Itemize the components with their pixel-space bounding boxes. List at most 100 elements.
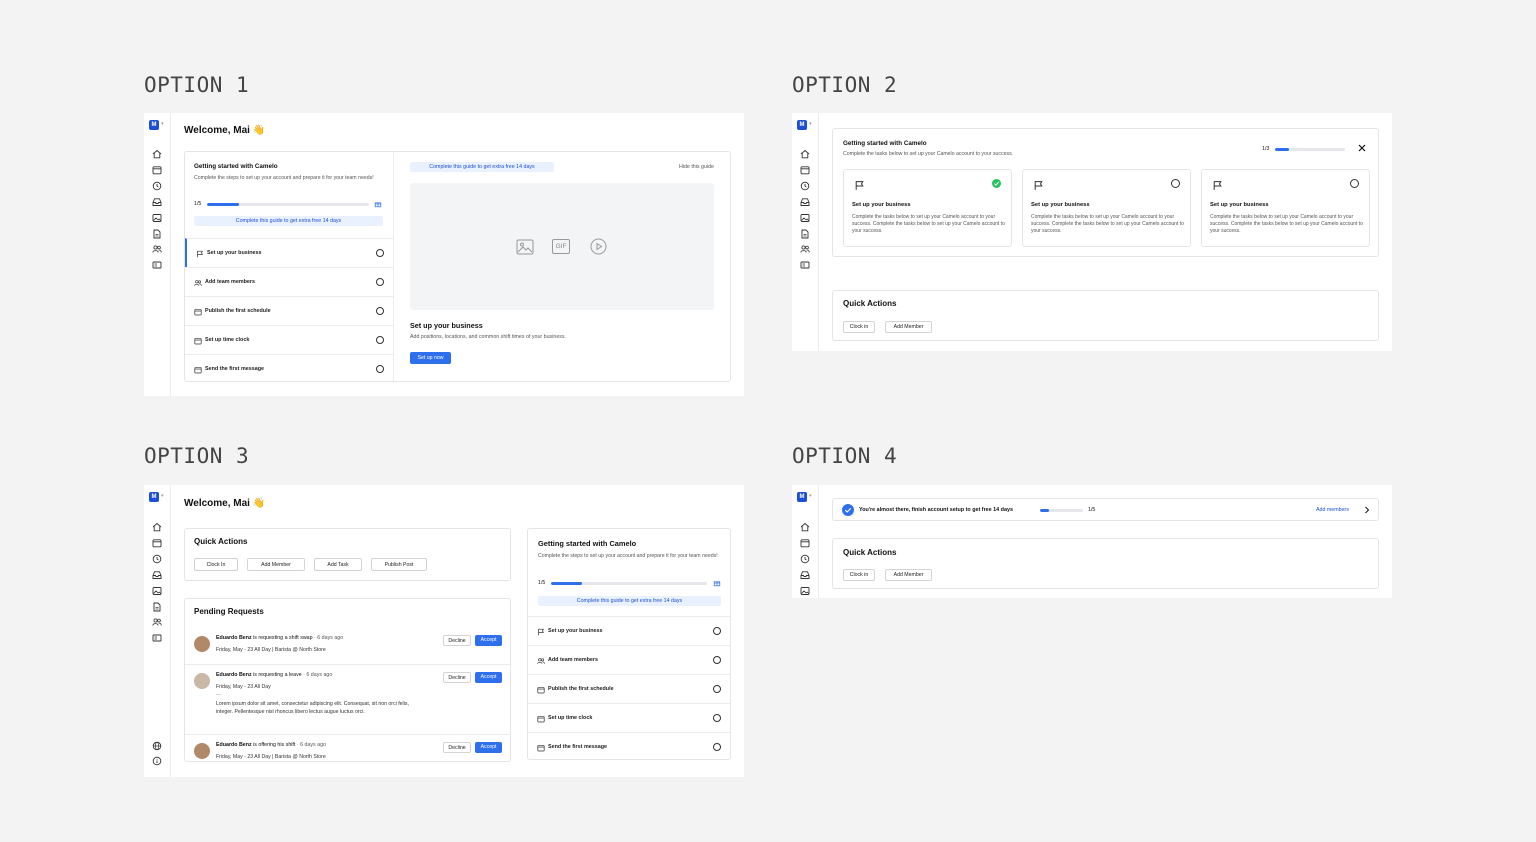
clock-icon[interactable] xyxy=(152,554,162,564)
document-icon[interactable] xyxy=(152,602,162,612)
chevron-right-icon[interactable] xyxy=(1363,506,1371,514)
calendar-icon xyxy=(537,715,545,723)
decline-button[interactable]: Decline xyxy=(443,672,471,683)
guide-progress-text: 1/3 xyxy=(1262,146,1270,152)
decline-button[interactable]: Decline xyxy=(443,742,471,753)
users-icon[interactable] xyxy=(800,244,810,254)
clock-icon[interactable] xyxy=(152,181,162,191)
setup-banner[interactable]: You're almost there, finish account setu… xyxy=(832,498,1379,521)
getting-started-card: Getting started with Camelo Complete the… xyxy=(832,128,1379,257)
request-item: Eduardo Benz is requesting a shift swap … xyxy=(185,628,510,665)
step-status-circle xyxy=(376,249,384,257)
clock-in-button[interactable]: Clock in xyxy=(843,321,875,333)
pending-requests-title: Pending Requests xyxy=(194,607,264,616)
guide-step-5[interactable]: Send the first message xyxy=(528,732,730,761)
chevron-down-icon[interactable]: ▾ xyxy=(161,121,164,127)
home-icon[interactable] xyxy=(800,149,810,159)
inbox-icon[interactable] xyxy=(152,570,162,580)
image-icon[interactable] xyxy=(800,213,810,223)
inbox-icon[interactable] xyxy=(152,197,162,207)
guide-step-3[interactable]: Publish the first schedule xyxy=(185,296,393,325)
image-icon[interactable] xyxy=(152,586,162,596)
guide-step-3[interactable]: Publish the first schedule xyxy=(528,674,730,703)
close-icon[interactable] xyxy=(1357,143,1367,153)
request-item: Eduardo Benz is offering his shift · 6 d… xyxy=(185,735,510,761)
users-icon[interactable] xyxy=(152,244,162,254)
check-circle-icon xyxy=(992,179,1001,188)
globe-icon[interactable] xyxy=(152,741,162,751)
guide-progress-text: 1/5 xyxy=(194,201,202,207)
task-card-1[interactable]: Set up your business Complete the tasks … xyxy=(843,169,1012,247)
document-icon[interactable] xyxy=(800,229,810,239)
step-status-circle xyxy=(376,278,384,286)
task-card-title: Set up your business xyxy=(1210,202,1269,208)
guide-step-2[interactable]: Add team members xyxy=(528,645,730,674)
app-logo[interactable]: M xyxy=(797,120,807,130)
step-status-circle xyxy=(713,656,721,664)
accept-button[interactable]: Accept xyxy=(475,672,502,683)
chevron-down-icon[interactable]: ▾ xyxy=(809,493,812,499)
clock-in-button[interactable]: Clock In xyxy=(194,558,238,571)
publish-post-button[interactable]: Publish Post xyxy=(371,558,427,571)
step-status-circle xyxy=(713,685,721,693)
nav-rail: M ▾ xyxy=(792,485,819,598)
requester-name: Eduardo Benz xyxy=(216,742,252,748)
guide-steps-column: Getting started with Camelo Complete the… xyxy=(185,152,394,381)
id-card-icon[interactable] xyxy=(152,260,162,270)
guide-step-1[interactable]: Set up your business xyxy=(185,238,393,267)
add-member-button[interactable]: Add Member xyxy=(885,321,932,333)
flag-icon xyxy=(537,628,545,636)
nav-rail: M ▾ xyxy=(144,113,171,396)
image-icon[interactable] xyxy=(800,586,810,596)
set-up-now-button[interactable]: Set up now xyxy=(410,352,451,364)
home-icon[interactable] xyxy=(152,149,162,159)
id-card-icon[interactable] xyxy=(800,260,810,270)
calendar-icon[interactable] xyxy=(800,165,810,175)
add-member-button[interactable]: Add Member xyxy=(885,569,932,581)
inbox-icon[interactable] xyxy=(800,570,810,580)
quick-actions-card: Quick Actions Clock in Add Member xyxy=(832,538,1379,589)
app-logo[interactable]: M xyxy=(149,120,159,130)
hide-guide-link[interactable]: Hide this guide xyxy=(679,164,714,170)
promo-banner[interactable]: Complete this guide to get extra free 14… xyxy=(194,216,383,226)
clock-icon[interactable] xyxy=(800,554,810,564)
request-action: is requesting a leave xyxy=(251,672,302,678)
clock-icon[interactable] xyxy=(800,181,810,191)
promo-banner[interactable]: Complete this guide to get extra free 14… xyxy=(410,162,554,172)
calendar-icon[interactable] xyxy=(152,165,162,175)
clock-in-button[interactable]: Clock in xyxy=(843,569,875,581)
promo-banner[interactable]: Complete this guide to get extra free 14… xyxy=(538,596,721,606)
guide-step-1[interactable]: Set up your business xyxy=(528,616,730,645)
chevron-down-icon[interactable]: ▾ xyxy=(809,121,812,127)
add-task-button[interactable]: Add Task xyxy=(314,558,362,571)
guide-step-5[interactable]: Send the first message xyxy=(185,354,393,383)
image-icon[interactable] xyxy=(152,213,162,223)
users-icon[interactable] xyxy=(152,617,162,627)
accept-button[interactable]: Accept xyxy=(475,742,502,753)
calendar-icon[interactable] xyxy=(800,538,810,548)
app-logo[interactable]: M xyxy=(797,492,807,502)
add-members-link[interactable]: Add members xyxy=(1316,507,1349,513)
task-card-2[interactable]: Set up your business Complete the tasks … xyxy=(1022,169,1191,247)
quick-actions-title: Quick Actions xyxy=(843,548,897,557)
home-icon[interactable] xyxy=(152,522,162,532)
add-member-button[interactable]: Add Member xyxy=(247,558,305,571)
home-icon[interactable] xyxy=(800,522,810,532)
calendar-icon[interactable] xyxy=(152,538,162,548)
option-4-panel: M ▾ You're almost there, finish account … xyxy=(792,485,1392,598)
guide-step-4[interactable]: Set up time clock xyxy=(528,703,730,732)
accept-button[interactable]: Accept xyxy=(475,635,502,646)
decline-button[interactable]: Decline xyxy=(443,635,471,646)
info-icon[interactable] xyxy=(152,756,162,766)
app-logo[interactable]: M xyxy=(149,492,159,502)
step-label: Send the first message xyxy=(548,744,608,750)
id-card-icon[interactable] xyxy=(152,633,162,643)
guide-step-2[interactable]: Add team members xyxy=(185,267,393,296)
inbox-icon[interactable] xyxy=(800,197,810,207)
chevron-down-icon[interactable]: ▾ xyxy=(161,493,164,499)
document-icon[interactable] xyxy=(152,229,162,239)
task-card-3[interactable]: Set up your business Complete the tasks … xyxy=(1201,169,1370,247)
step-status-circle xyxy=(713,627,721,635)
task-card-desc: Complete the tasks below to set up your … xyxy=(1210,214,1363,234)
guide-step-4[interactable]: Set up time clock xyxy=(185,325,393,354)
